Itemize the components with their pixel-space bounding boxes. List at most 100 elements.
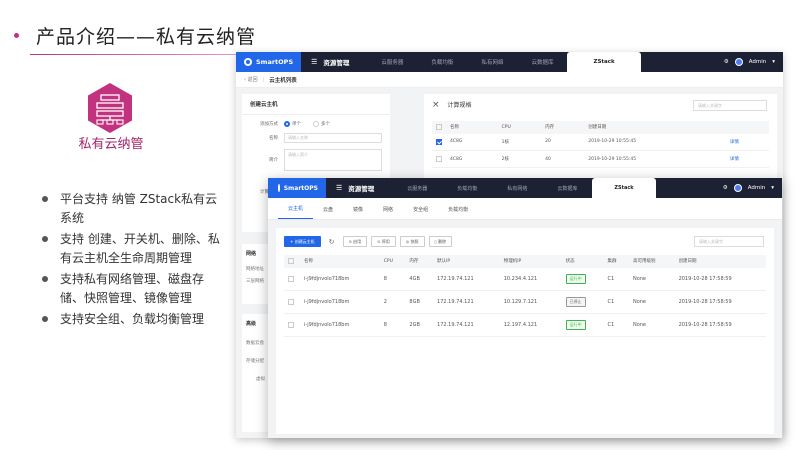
row-checkbox[interactable] <box>288 276 294 282</box>
cell-name: 4C8G <box>446 151 498 168</box>
row-checkbox[interactable] <box>436 139 442 145</box>
server-rack-icon <box>86 82 134 134</box>
cell-date: 2019-10-28 17:58:59 <box>675 314 766 337</box>
row-checkbox[interactable] <box>288 322 294 328</box>
user-area: ⚙ Admin ▾ <box>723 178 774 198</box>
create-vm-button[interactable]: + 创建云主机 <box>284 236 321 247</box>
nav-private-network[interactable]: 私有网络 <box>467 52 517 72</box>
cell-cpu: 8 <box>380 314 406 337</box>
refresh-icon[interactable]: ↻ <box>325 236 339 247</box>
brand[interactable]: SmartOPS <box>268 178 326 198</box>
vm-panel: + 创建云主机 ↻ ⊙ 启用 ⊙ 停用 ◎ 快照 ▯ 删除 请输入关键字 名称 … <box>276 228 774 434</box>
delete-button[interactable]: ▯ 删除 <box>429 236 452 247</box>
desc-input[interactable]: 请输入简介 <box>284 149 382 171</box>
detail-link[interactable]: 详情 <box>726 134 769 151</box>
row-checkbox[interactable] <box>288 299 294 305</box>
name-input[interactable]: 请输入名称 <box>284 133 382 143</box>
cell-ha: None <box>629 314 675 337</box>
menu-icon[interactable]: ☰ <box>336 184 342 192</box>
feature-item: 支持安全组、负载均衡管理 <box>42 310 222 329</box>
col-date: 创建日期 <box>675 255 766 268</box>
nav-private-network[interactable]: 私有网络 <box>492 178 542 198</box>
title-dot <box>14 33 19 38</box>
settings-icon[interactable]: ⚙ <box>724 59 729 65</box>
breadcrumb: ‹ 返回 | 云主机列表 <box>236 72 783 88</box>
cell-date: 2019-10-29 10:55:45 <box>584 151 726 168</box>
col-host-ip: 物理机IP <box>500 255 562 268</box>
desc-row: 简介 请输入简介 <box>242 149 390 171</box>
cell-ha: None <box>629 268 675 291</box>
tab-disk[interactable]: 云盘 <box>313 197 343 219</box>
chevron-down-icon[interactable]: ▾ <box>772 59 775 65</box>
vm-search-input[interactable]: 请输入关键字 <box>694 236 764 247</box>
brand[interactable]: SmartOPS <box>236 52 301 72</box>
tab-image[interactable]: 镜像 <box>343 197 373 219</box>
radio-multiple[interactable] <box>313 121 319 127</box>
tab-network[interactable]: 网络 <box>373 197 403 219</box>
avatar[interactable] <box>735 58 743 66</box>
breadcrumb-back[interactable]: 返回 <box>248 76 258 83</box>
col-status: 状态 <box>562 255 604 268</box>
feature-item: 平台支持 纳管 ZStack私有云系统 <box>42 190 222 228</box>
feature-list: 平台支持 纳管 ZStack私有云系统 支持 创建、开关机、删除、私有云主机全生… <box>42 190 222 331</box>
spec-search-input[interactable]: 请输入关键字 <box>693 100 767 111</box>
table-row[interactable]: 4C8G 1核 20 2019-10-29 10:55:45 详情 <box>432 134 769 151</box>
user-name[interactable]: Admin <box>748 185 766 191</box>
start-button[interactable]: ⊙ 启用 <box>343 236 368 247</box>
tab-security-group[interactable]: 安全组 <box>403 197 438 219</box>
avatar[interactable] <box>734 184 742 192</box>
settings-icon[interactable]: ⚙ <box>723 185 728 191</box>
nav-zstack[interactable]: ZStack <box>567 52 640 72</box>
tab-vm[interactable]: 云主机 <box>278 197 313 219</box>
col-cpu: CPU <box>498 121 542 134</box>
table-row[interactable]: i-j9fdjnvolo718bm 8 2GB 172.19.74.121 12… <box>284 314 766 337</box>
cell-date: 2019-10-28 17:58:59 <box>675 291 766 314</box>
detail-link[interactable]: 详情 <box>726 151 769 168</box>
nav-cloud-db[interactable]: 云数据库 <box>517 52 567 72</box>
row-checkbox[interactable] <box>436 156 442 162</box>
breadcrumb-separator: | <box>263 77 265 83</box>
nav-zstack[interactable]: ZStack <box>592 178 655 198</box>
header-checkbox-cell <box>432 121 446 134</box>
stop-button[interactable]: ⊙ 停用 <box>371 236 396 247</box>
nav-cloud-db[interactable]: 云数据库 <box>542 178 592 198</box>
cell-ip: 172.19.74.121 <box>433 268 500 291</box>
close-icon[interactable]: × <box>432 102 440 108</box>
vm-table: 名称 CPU 内存 默认IP 物理机IP 状态 集群 高可用级别 创建日期 i <box>284 255 766 337</box>
feature-item: 支持 创建、开关机、删除、私有云主机全生命周期管理 <box>42 230 222 268</box>
table-header: 名称 CPU 内存 默认IP 物理机IP 状态 集群 高可用级别 创建日期 <box>284 255 766 268</box>
tab-load-balancer[interactable]: 负载均衡 <box>438 197 478 219</box>
table-row[interactable]: i-j9fdjnvolo718bm 8 4GB 172.19.74.121 10… <box>284 268 766 291</box>
table-header: 名称 CPU 内存 创建日期 <box>432 121 769 134</box>
nav-cloud-server[interactable]: 云服务器 <box>392 178 442 198</box>
select-all-checkbox[interactable] <box>436 124 442 130</box>
snapshot-button[interactable]: ◎ 快照 <box>400 236 425 247</box>
user-name[interactable]: Admin <box>749 59 767 65</box>
row-checkbox-cell <box>284 314 300 337</box>
vm-list-window: SmartOPS ☰ 资源管理 云服务器 负载均衡 私有网络 云数据库 ZSta… <box>268 178 782 438</box>
menu-icon[interactable]: ☰ <box>311 58 317 66</box>
row-checkbox-cell <box>284 291 300 314</box>
delete-label: 删除 <box>438 239 446 245</box>
col-date: 创建日期 <box>584 121 726 134</box>
nav-load-balancer[interactable]: 负载均衡 <box>417 52 467 72</box>
brand-name: SmartOPS <box>284 185 318 192</box>
select-all-checkbox[interactable] <box>288 258 294 264</box>
col-mem: 内存 <box>405 255 433 268</box>
nav-load-balancer[interactable]: 负载均衡 <box>442 178 492 198</box>
cell-name[interactable]: i-j9fdjnvolo718bm <box>300 268 380 291</box>
table-row[interactable]: i-j9fdjnvolo718bm 2 8GB 172.19.74.121 10… <box>284 291 766 314</box>
col-ip: 默认IP <box>433 255 500 268</box>
table-row[interactable]: 4C8G 2核 40 2019-10-29 10:55:45 详情 <box>432 151 769 168</box>
cell-name[interactable]: i-j9fdjnvolo718bm <box>300 314 380 337</box>
slide-title: 产品介绍——私有云纳管 <box>36 22 256 49</box>
name-label: 名称 <box>250 135 278 141</box>
radio-single[interactable] <box>284 121 290 127</box>
cell-mem: 20 <box>541 134 584 151</box>
radio-single-label: 单个 <box>292 121 301 127</box>
spec-title: 计算规格 <box>448 100 472 109</box>
cell-name[interactable]: i-j9fdjnvolo718bm <box>300 291 380 314</box>
nav-cloud-server[interactable]: 云服务器 <box>367 52 417 72</box>
col-ha: 高可用级别 <box>629 255 675 268</box>
chevron-down-icon[interactable]: ▾ <box>771 185 774 191</box>
